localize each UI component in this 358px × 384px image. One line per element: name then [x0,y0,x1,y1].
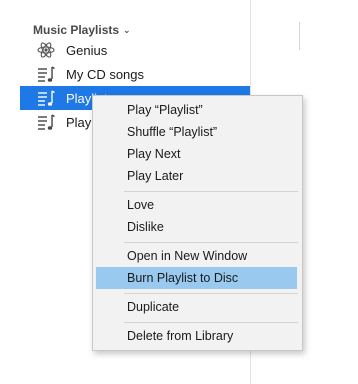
menu-item-love[interactable]: Love [96,194,297,216]
menu-separator [124,191,298,192]
sidebar-item-my-cd-songs[interactable]: My CD songs [20,62,251,86]
sidebar-item-genius[interactable]: Genius [20,38,251,62]
menu-item-play-later[interactable]: Play Later [96,165,297,187]
sidebar-item-label: My CD songs [66,66,145,82]
genius-atom-icon [34,38,58,62]
menu-item-open-new-window[interactable]: Open in New Window [96,245,297,267]
music-playlists-header[interactable]: Music Playlists ⌄ [33,22,131,38]
playlist-icon [34,62,58,86]
chevron-down-icon: ⌄ [123,24,131,35]
content-edge [299,22,300,50]
menu-item-delete-from-library[interactable]: Delete from Library [96,325,297,347]
menu-item-play-next[interactable]: Play Next [96,143,297,165]
playlist-icon [34,86,58,110]
section-title: Music Playlists [33,23,120,37]
menu-separator [124,293,298,294]
menu-item-shuffle[interactable]: Shuffle “Playlist” [96,121,297,143]
playlist-icon [34,110,58,134]
menu-item-dislike[interactable]: Dislike [96,216,297,238]
menu-item-play[interactable]: Play “Playlist” [96,99,297,121]
menu-separator [124,242,298,243]
menu-item-burn-to-disc[interactable]: Burn Playlist to Disc [96,267,297,289]
context-menu: Play “Playlist” Shuffle “Playlist” Play … [92,95,303,351]
menu-item-duplicate[interactable]: Duplicate [96,296,297,318]
sidebar-item-label: Genius [66,42,108,58]
menu-separator [124,322,298,323]
